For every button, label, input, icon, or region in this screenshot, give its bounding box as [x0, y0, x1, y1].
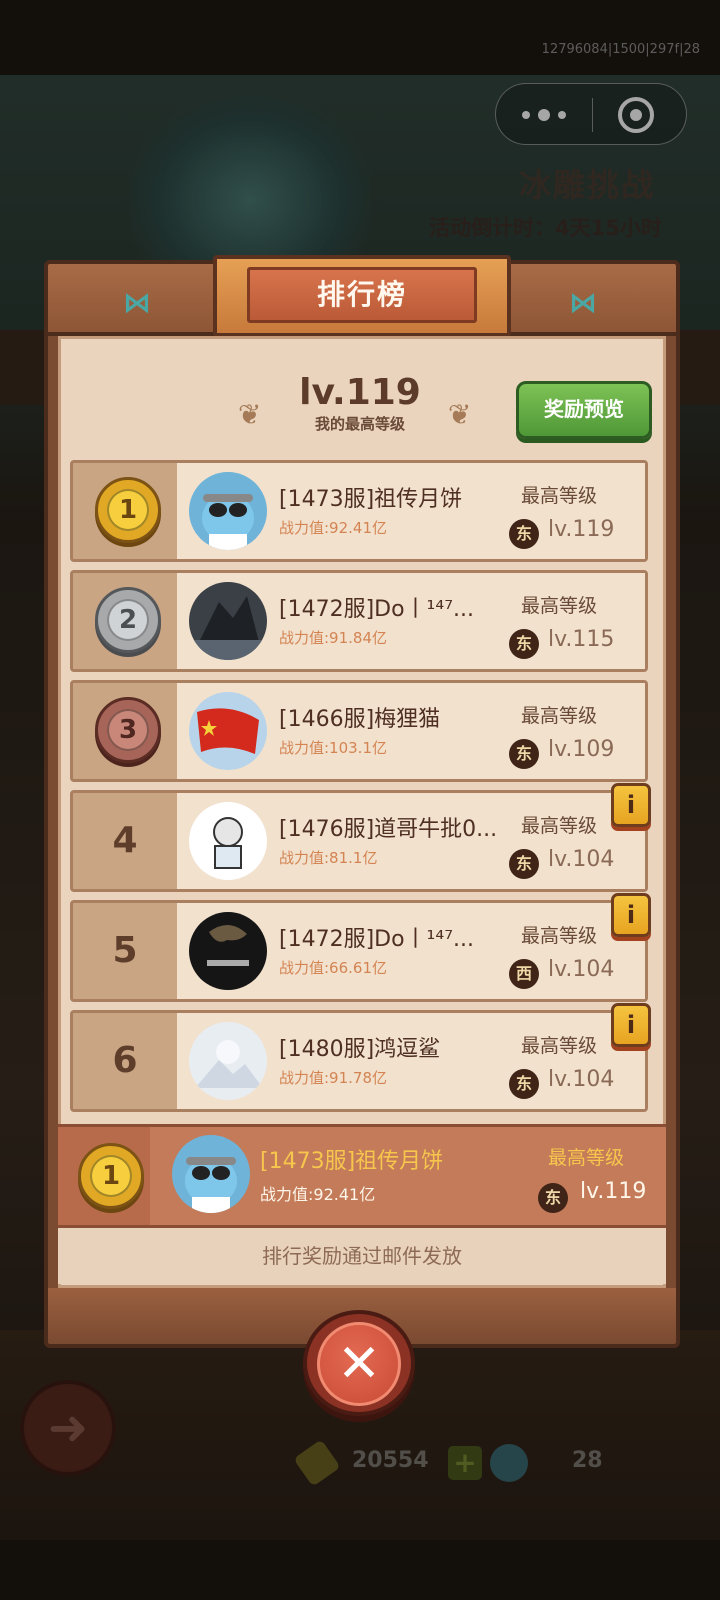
avatar[interactable] [189, 472, 267, 550]
mail-reward-note: 排行奖励通过邮件发放 [58, 1228, 666, 1284]
player-power: 战力值:91.78亿 [279, 1069, 387, 1087]
player-level: lv.119 [548, 517, 615, 542]
laurel-left-icon: ❦ [238, 398, 262, 431]
laurel-right-icon: ❦ [448, 398, 472, 431]
region-badge: 西 [509, 959, 539, 989]
player-name: [1472服]Do丨¹⁴⁷... [279, 597, 474, 622]
modal-title: 排行榜 [247, 267, 477, 323]
info-icon[interactable]: i [611, 783, 651, 827]
my-best-level-label: 我的最高等级 [314, 415, 405, 433]
fish-icon: ⋈ [569, 286, 597, 319]
region-badge: 东 [509, 1069, 539, 1099]
my-best-level: lv.119 [299, 372, 421, 413]
player-name: [1480服]鸿逗鲨 [279, 1037, 441, 1062]
my-player-level: lv.119 [580, 1179, 647, 1204]
ranking-row[interactable]: 6 [1480服]鸿逗鲨 战力值:91.78亿 最高等级 东 lv.104 i [70, 1003, 651, 1112]
gold-medal-icon: 1 [78, 1143, 144, 1209]
avatar[interactable] [189, 802, 267, 880]
silver-medal-icon: 2 [95, 587, 161, 653]
avatar[interactable] [189, 1022, 267, 1100]
region-badge: 东 [509, 629, 539, 659]
gold-medal-icon: 1 [95, 477, 161, 543]
best-level-label: 最高等级 [521, 815, 598, 837]
player-name: [1476服]道哥牛批0... [279, 817, 498, 842]
player-level: lv.109 [548, 737, 615, 762]
info-icon[interactable]: i [611, 1003, 651, 1047]
best-level-label: 最高等级 [521, 705, 598, 727]
bronze-medal-icon: 3 [95, 697, 161, 763]
avatar[interactable] [172, 1135, 250, 1213]
rank-number: 5 [112, 930, 138, 971]
player-name: [1472服]Do丨¹⁴⁷... [279, 927, 474, 952]
title-plate: 排行榜 [213, 255, 511, 337]
region-badge: 东 [509, 849, 539, 879]
player-name: [1466服]梅狸猫 [279, 707, 441, 732]
player-level: lv.104 [548, 1067, 615, 1092]
rank-number: 4 [112, 820, 138, 861]
avatar[interactable] [189, 582, 267, 660]
best-level-label: 最高等级 [521, 595, 598, 617]
player-level: lv.115 [548, 627, 615, 652]
close-icon[interactable]: ✕ [317, 1322, 401, 1406]
avatar[interactable] [189, 912, 267, 990]
best-level-label: 最高等级 [521, 1035, 598, 1057]
ranking-row[interactable]: 4 [1476服]道哥牛批0... 战力值:81.1亿 最高等级 东 lv.10… [70, 783, 651, 892]
rank-number: 6 [112, 1040, 138, 1081]
best-level-label: 最高等级 [521, 925, 598, 947]
player-name: [1473服]祖传月饼 [279, 487, 463, 512]
fish-icon: ⋈ [123, 286, 151, 319]
region-badge: 东 [509, 739, 539, 769]
ranking-row[interactable]: 2 [1472服]Do丨¹⁴⁷... 战力值:91.84亿 最高等级 东 lv.… [70, 570, 648, 672]
ranking-row[interactable]: 3 [1466服]梅狸猫 战力值:103.1亿 最高等级 东 lv.109 [70, 680, 648, 782]
my-rank-row[interactable]: 1 [1473服]祖传月饼 战力值:92.41亿 最高等级 东 lv.119 [58, 1124, 666, 1228]
avatar[interactable] [189, 692, 267, 770]
my-player-name: [1473服]祖传月饼 [260, 1149, 444, 1174]
ranking-row[interactable]: 1 [1473服]祖传月饼 战力值:92.41亿 最高等级 东 lv.119 [70, 460, 648, 562]
my-player-power: 战力值:92.41亿 [260, 1185, 376, 1204]
player-power: 战力值:81.1亿 [279, 849, 378, 867]
reward-preview-button[interactable]: 奖励预览 [516, 381, 652, 439]
player-power: 战力值:92.41亿 [279, 519, 387, 537]
my-best-level-label: 最高等级 [548, 1147, 625, 1169]
region-badge: 东 [538, 1183, 568, 1213]
close-button[interactable]: ✕ [303, 1310, 415, 1416]
region-badge: 东 [509, 519, 539, 549]
ranking-row[interactable]: 5 [1472服]Do丨¹⁴⁷... 战力值:66.61亿 最高等级 西 lv.… [70, 893, 651, 1002]
player-power: 战力值:66.61亿 [279, 959, 387, 977]
player-level: lv.104 [548, 847, 615, 872]
player-power: 战力值:103.1亿 [279, 739, 387, 757]
best-level-label: 最高等级 [521, 485, 598, 507]
info-icon[interactable]: i [611, 893, 651, 937]
player-power: 战力值:91.84亿 [279, 629, 387, 647]
player-level: lv.104 [548, 957, 615, 982]
